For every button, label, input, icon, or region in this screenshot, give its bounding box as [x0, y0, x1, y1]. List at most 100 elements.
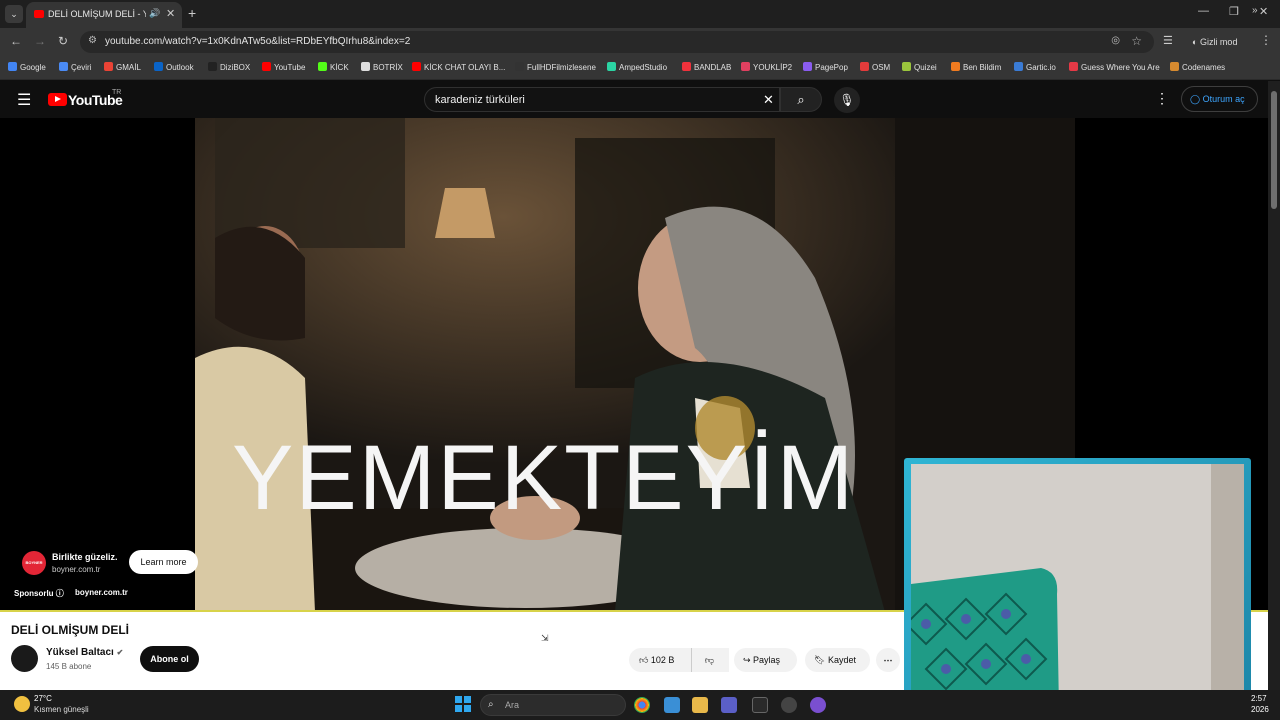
hamburger-menu-icon[interactable]: ☰	[17, 90, 31, 110]
minimize-icon[interactable]: —	[1198, 5, 1209, 17]
bookmark-item[interactable]: Google	[8, 62, 46, 72]
teams-taskbar-icon[interactable]	[721, 697, 737, 713]
ad-headline[interactable]: Birlikte güzeliz.	[52, 552, 118, 562]
url-text[interactable]: youtube.com/watch?v=1x0KdnATw5o&list=RDb…	[105, 36, 410, 47]
bookmark-item[interactable]: BANDLAB	[682, 62, 731, 72]
settings-dots-icon[interactable]: ⋮	[1155, 90, 1169, 107]
voice-search-button[interactable]: 🎙	[834, 87, 860, 113]
more-bookmarks-icon[interactable]: »	[1252, 5, 1258, 16]
search-value[interactable]: karadeniz türküleri	[435, 94, 525, 106]
tracking-eye-icon[interactable]: ◎	[1111, 35, 1120, 46]
address-bar[interactable]: ⚙ youtube.com/watch?v=1x0KdnATw5o&list=R…	[80, 31, 1154, 53]
dislike-button[interactable]: 👎︎	[691, 648, 727, 672]
media-control-icon[interactable]: ☰	[1163, 34, 1173, 47]
steam-taskbar-icon[interactable]	[781, 697, 797, 713]
ad-domain[interactable]: boyner.com.tr	[52, 565, 100, 574]
bookmark-item[interactable]: Outlook	[154, 62, 194, 72]
taskbar-search[interactable]: ⌕ Ara	[480, 694, 626, 716]
new-tab-icon[interactable]: +	[188, 5, 196, 21]
bookmark-favicon-icon	[1069, 62, 1078, 71]
bookmark-item[interactable]: KİCK CHAT OLAYI B...	[412, 62, 505, 72]
weather-temperature[interactable]: 27°C	[34, 694, 52, 703]
back-icon[interactable]: ←	[10, 34, 22, 48]
clock-time[interactable]: 2:57	[1251, 694, 1267, 703]
bookmark-label: BANDLAB	[694, 63, 732, 72]
bookmark-favicon-icon	[803, 62, 812, 71]
windows-taskbar: 27°C Kısmen güneşli ⌕ Ara 2:57 2026	[0, 690, 1280, 720]
bookmark-item[interactable]: OSM	[860, 62, 890, 72]
bookmarks-bar: Google Çeviri GMAİL Outlook DiziBOX YouTube Kİ…	[0, 56, 1280, 80]
chrome-menu-icon[interactable]: ⋮	[1260, 33, 1272, 47]
photos-taskbar-icon[interactable]	[664, 697, 680, 713]
microphone-icon: 🎙	[839, 93, 855, 107]
bookmark-favicon-icon	[515, 62, 524, 71]
close-window-icon[interactable]: ✕	[1259, 5, 1268, 18]
bookmark-item[interactable]: Çeviri	[59, 62, 91, 72]
clock-date[interactable]: 2026	[1251, 705, 1269, 714]
youtube-favicon-icon	[34, 10, 44, 18]
more-dots-icon: ⋯	[883, 655, 893, 665]
channel-name-text[interactable]: Yüksel Baltacı	[46, 647, 114, 658]
scroll-thumb[interactable]	[1271, 91, 1277, 209]
reload-icon[interactable]: ↻	[58, 34, 68, 48]
weather-description[interactable]: Kısmen güneşli	[34, 705, 89, 714]
tab-search-icon[interactable]: ⌄	[5, 5, 23, 23]
search-button[interactable]: ⌕	[780, 87, 822, 112]
save-label: Kaydet	[827, 655, 856, 665]
subscribe-button[interactable]: Abone ol	[140, 646, 199, 672]
forward-icon[interactable]: →	[34, 34, 46, 48]
weather-sun-icon[interactable]	[14, 696, 30, 712]
restore-icon[interactable]: ❐	[1229, 5, 1239, 18]
bookmark-label: YouTube	[274, 63, 306, 72]
bookmark-item[interactable]: GMAİL	[104, 62, 141, 72]
search-input[interactable]: karadeniz türküleri ✕	[424, 87, 780, 112]
bookmark-favicon-icon	[104, 62, 113, 71]
bookmark-star-icon[interactable]: ☆	[1131, 34, 1142, 48]
bookmark-item[interactable]: Quizei	[902, 62, 937, 72]
bookmark-item[interactable]: DiziBOX	[208, 62, 250, 72]
windows-start-icon[interactable]	[455, 696, 471, 712]
speaker-icon[interactable]: 🔊	[149, 8, 160, 19]
sign-in-button[interactable]: ◯ Oturum aç	[1181, 86, 1258, 112]
bookmark-label: Google	[20, 63, 46, 72]
bookmark-item[interactable]: AmpedStudio	[607, 62, 667, 72]
bookmark-item[interactable]: FullHDFilmizlesene	[515, 62, 596, 72]
share-button[interactable]: ↪ Paylaş	[734, 648, 797, 672]
page-scrollbar[interactable]	[1268, 81, 1280, 690]
ad-domain-footer[interactable]: boyner.com.tr	[75, 588, 128, 597]
app-taskbar-icon[interactable]	[810, 697, 826, 713]
channel-avatar[interactable]	[11, 645, 38, 672]
bookmark-item[interactable]: BOTRİX	[361, 62, 403, 72]
thumbs-down-icon: 👎︎	[704, 655, 715, 665]
bookmark-item[interactable]: YouTube	[262, 62, 305, 72]
share-icon: ↪	[743, 655, 754, 665]
advertiser-logo[interactable]: BOYNER	[22, 551, 46, 575]
bookmark-item[interactable]: Gartic.io	[1014, 62, 1056, 72]
clear-search-icon[interactable]: ✕	[763, 92, 774, 108]
channel-name[interactable]: Yüksel Baltacı ✔	[46, 647, 123, 658]
epic-games-taskbar-icon[interactable]	[752, 697, 768, 713]
bookmark-item[interactable]: Guess Where You Are	[1069, 62, 1160, 72]
file-explorer-taskbar-icon[interactable]	[692, 697, 708, 713]
bookmark-item[interactable]: Codenames	[1170, 62, 1225, 72]
bookmark-item[interactable]: YOUKLİP2	[741, 62, 792, 72]
close-tab-icon[interactable]: ✕	[166, 7, 175, 20]
bookmark-favicon-icon	[1170, 62, 1179, 71]
more-actions-button[interactable]: ⋯	[876, 648, 900, 672]
bookmark-label: Outlook	[166, 63, 194, 72]
bookmark-label: AmpedStudio	[619, 63, 668, 72]
site-info-icon[interactable]: ⚙	[88, 35, 97, 46]
incognito-indicator[interactable]: ◐ Gizli mod	[1186, 32, 1250, 52]
save-button[interactable]: 🔖︎ Kaydet	[805, 648, 870, 672]
bookmark-favicon-icon	[208, 62, 217, 71]
bookmark-label: KİCK	[330, 63, 349, 72]
bookmark-item[interactable]: Ben Bildim	[951, 62, 1001, 72]
chrome-taskbar-icon[interactable]	[634, 697, 650, 713]
info-icon[interactable]: ⓘ	[56, 589, 64, 598]
bookmark-item[interactable]: PagePop	[803, 62, 848, 72]
active-tab[interactable]: DELİ OLMİŞUM DELİ - YouTube 🔊 ✕	[26, 2, 182, 28]
youtube-play-icon	[48, 93, 67, 107]
learn-more-button[interactable]: Learn more	[129, 550, 198, 574]
bookmark-favicon-icon	[262, 62, 271, 71]
bookmark-item[interactable]: KİCK	[318, 62, 349, 72]
